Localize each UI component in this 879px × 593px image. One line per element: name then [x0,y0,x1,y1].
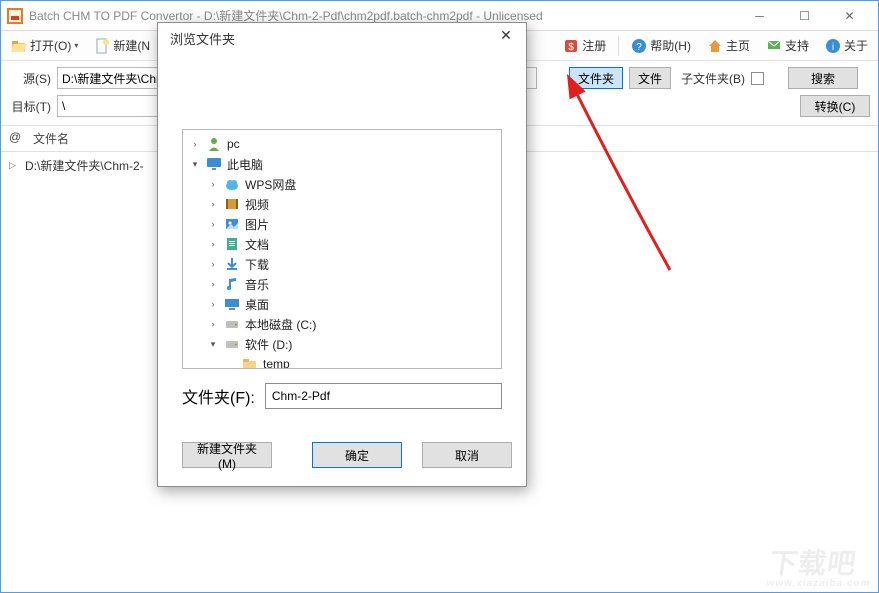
support-button[interactable]: 支持 [760,35,815,56]
dialog-buttons: 新建文件夹(M) 确定 取消 [182,442,502,468]
tree-node-label: 图片 [245,216,269,233]
tree-node[interactable]: › pc [185,134,499,154]
desktop-icon [224,296,240,312]
music-icon [224,276,240,292]
open-folder-icon [11,38,27,54]
subfolder-checkbox[interactable] [751,72,764,85]
home-icon [707,38,723,54]
dialog-close-button[interactable]: ✕ [492,27,520,49]
tree-node[interactable]: › 视频 [185,194,499,214]
tree-node-label: 下载 [245,256,269,273]
tree-node-label: 桌面 [245,296,269,313]
tree-twisty-icon[interactable]: ▾ [207,339,219,350]
folder-tree-wrap: › pc ▾ 此电脑 › WPS网盘 › 视频 › 图片 › 文档 › 下载 › 音乐 › 桌面 › 本地磁盘 (C:… [182,129,502,369]
tree-twisty-icon[interactable]: › [207,179,219,189]
tree-node[interactable]: › 音乐 [185,274,499,294]
download-icon [224,256,240,272]
register-icon: $ [563,38,579,54]
tree-twisty-icon[interactable]: › [207,199,219,209]
video-icon [224,196,240,212]
folder-name-input[interactable] [265,383,502,409]
doc-icon [224,236,240,252]
open-button[interactable]: 打开(O)▾ [5,35,84,56]
search-button[interactable]: 搜索 [788,67,858,89]
convert-button[interactable]: 转换(C) [800,95,870,117]
svg-text:i: i [832,42,834,53]
tree-node[interactable]: › 桌面 [185,294,499,314]
info-icon: i [825,38,841,54]
folder-field-row: 文件夹(F): [182,383,502,409]
tree-node-label: temp [263,357,290,368]
new-file-icon [94,38,110,54]
minimize-button[interactable]: ─ [737,2,782,30]
folder-tree[interactable]: › pc ▾ 此电脑 › WPS网盘 › 视频 › 图片 › 文档 › 下载 › 音乐 › 桌面 › 本地磁盘 (C:… [183,130,501,368]
tree-node-label: 此电脑 [227,156,263,173]
tree-node[interactable]: ▾ 此电脑 [185,154,499,174]
tree-twisty-icon[interactable]: › [207,239,219,249]
drive-icon [224,336,240,352]
picture-icon [224,216,240,232]
tree-twisty-icon[interactable]: ▾ [189,159,201,170]
browse-folder-button[interactable]: 文件夹 [569,67,623,89]
tree-node[interactable]: ▾ 软件 (D:) [185,334,499,354]
register-button[interactable]: $ 注册 [557,35,612,56]
close-button[interactable]: ✕ [827,2,872,30]
watermark: 下载吧 www.xiazaiba.com [766,542,877,589]
browse-file-button[interactable]: 文件 [629,67,671,89]
tree-twisty-icon[interactable]: › [207,279,219,289]
header-at[interactable]: @ [9,130,33,147]
home-button[interactable]: 主页 [701,35,756,56]
tree-node-label: 本地磁盘 (C:) [245,316,316,333]
tree-twisty-icon[interactable]: › [189,139,201,149]
tree-node[interactable]: temp [185,354,499,368]
tree-node[interactable]: › 图片 [185,214,499,234]
subfolder-label: 子文件夹(B) [681,70,745,87]
tree-twisty-icon[interactable]: › [207,219,219,229]
about-button[interactable]: i 关于 [819,35,874,56]
tree-node-label: 音乐 [245,276,269,293]
list-item-path: D:\新建文件夹\Chm-2- [25,157,144,174]
ok-button[interactable]: 确定 [312,442,402,468]
tree-node[interactable]: › WPS网盘 [185,174,499,194]
browse-folder-dialog: 浏览文件夹 ✕ ›pc▾此电脑›WPS网盘›视频›图片›文档›下载›音乐›桌面›… [157,22,527,487]
tree-twisty-icon[interactable]: › [207,299,219,309]
support-icon [766,38,782,54]
help-button[interactable]: ? 帮助(H) [625,35,697,56]
monitor-icon [206,156,222,172]
dialog-title: 浏览文件夹 [170,29,235,48]
cloud-icon [224,176,240,192]
expand-icon[interactable]: ▷ [9,160,19,171]
maximize-button[interactable]: ☐ [782,2,827,30]
target-label: 目标(T) [9,98,51,115]
new-button[interactable]: 新建(N [88,35,156,56]
tree-node-label: 视频 [245,196,269,213]
folder-icon [242,356,258,368]
dialog-titlebar: 浏览文件夹 ✕ [158,23,526,53]
chevron-down-icon: ▾ [74,41,78,50]
tree-node-label: WPS网盘 [245,176,296,193]
cancel-button[interactable]: 取消 [422,442,512,468]
help-icon: ? [631,38,647,54]
tree-node-label: 软件 (D:) [245,336,292,353]
svg-text:?: ? [637,42,643,53]
tree-node-label: pc [227,137,240,151]
tree-node[interactable]: › 本地磁盘 (C:) [185,314,499,334]
tree-twisty-icon[interactable]: › [207,259,219,269]
tree-node[interactable]: › 下载 [185,254,499,274]
tree-twisty-icon[interactable]: › [207,319,219,329]
drive-icon [224,316,240,332]
svg-text:$: $ [568,42,574,53]
source-label: 源(S) [9,70,51,87]
person-icon [206,136,222,152]
new-folder-button[interactable]: 新建文件夹(M) [182,442,272,468]
header-filename[interactable]: 文件名 [33,130,69,147]
app-icon [7,8,23,24]
tree-node[interactable]: › 文档 [185,234,499,254]
tree-node-label: 文档 [245,236,269,253]
folder-field-label: 文件夹(F): [182,384,255,408]
